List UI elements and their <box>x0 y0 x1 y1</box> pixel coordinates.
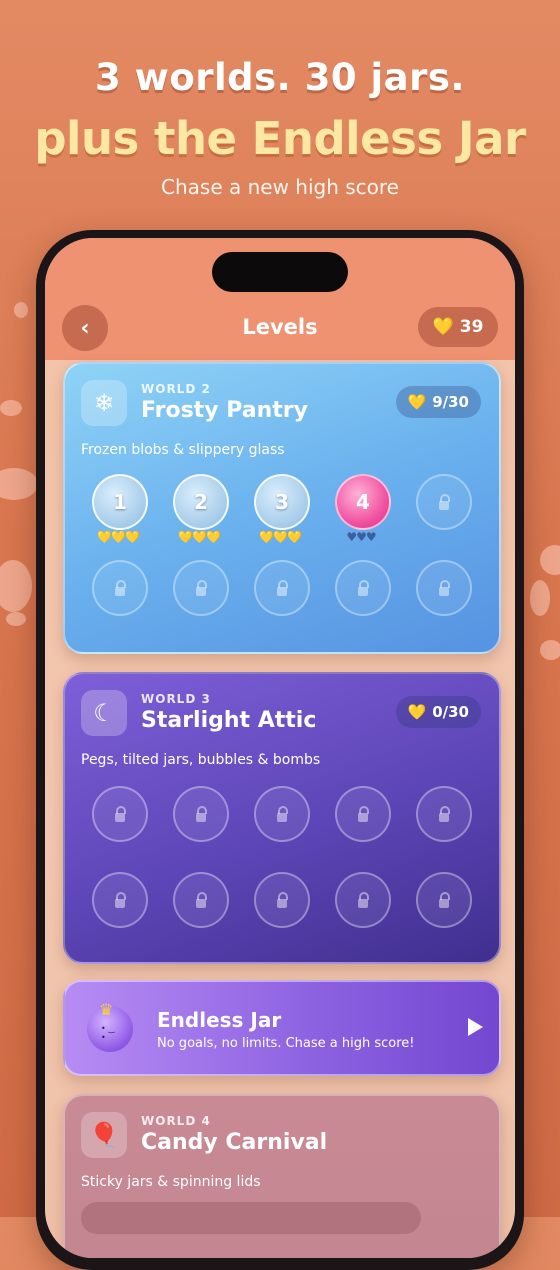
level-number: 2 <box>194 490 208 514</box>
level-stars: 💛💛💛 <box>178 530 221 544</box>
level-1-button[interactable]: 1 <box>92 474 148 530</box>
gold-heart-icon: 💛 <box>432 317 454 337</box>
level-locked[interactable] <box>173 786 229 842</box>
world-progress: 9/30 <box>432 393 469 411</box>
promo-tagline: Chase a new high score <box>161 175 399 199</box>
lock-icon <box>277 579 288 596</box>
level-locked[interactable] <box>335 872 391 928</box>
level-locked[interactable] <box>416 786 472 842</box>
gold-heart-icon: 💛 <box>407 393 427 411</box>
level-number: 3 <box>275 490 289 514</box>
level-stars: ♥♥♥ <box>346 530 376 544</box>
lock-icon <box>439 891 450 908</box>
locked-pill <box>81 1202 421 1234</box>
world-label: WORLD 2 <box>141 382 211 396</box>
phone-frame: ‹ Levels 💛 39 ❄ WORLD 2 Frosty Pantry 💛 … <box>36 230 524 1270</box>
lock-icon <box>196 805 207 822</box>
lock-icon <box>439 579 450 596</box>
level-locked[interactable] <box>335 786 391 842</box>
world-progress-badge: 💛 0/30 <box>395 696 481 728</box>
decor-blob <box>530 580 550 616</box>
level-locked[interactable] <box>254 786 310 842</box>
world-card-starlight-attic[interactable]: ☾ WORLD 3 Starlight Attic 💛 0/30 Pegs, t… <box>63 672 501 964</box>
lock-icon <box>115 805 126 822</box>
lock-icon <box>358 579 369 596</box>
level-locked[interactable] <box>173 560 229 616</box>
level-2-button[interactable]: 2 <box>173 474 229 530</box>
world-progress-badge: 💛 9/30 <box>395 386 481 418</box>
lock-icon <box>358 891 369 908</box>
phone-screen: ‹ Levels 💛 39 ❄ WORLD 2 Frosty Pantry 💛 … <box>45 238 515 1258</box>
world-label: WORLD 4 <box>141 1114 211 1128</box>
level-locked[interactable] <box>92 786 148 842</box>
level-stars: 💛💛💛 <box>97 530 140 544</box>
level-number: 1 <box>113 490 127 514</box>
world-description: Sticky jars & spinning lids <box>81 1174 261 1190</box>
top-bar: ‹ Levels 💛 39 <box>45 238 515 360</box>
level-3-button[interactable]: 3 <box>254 474 310 530</box>
world-description: Frozen blobs & slippery glass <box>81 442 285 458</box>
decor-blob <box>0 560 32 612</box>
level-locked[interactable] <box>416 560 472 616</box>
endless-description: No goals, no limits. Chase a high score! <box>157 1036 415 1051</box>
level-locked[interactable] <box>92 872 148 928</box>
level-locked[interactable] <box>335 560 391 616</box>
balloon-icon: 🎈 <box>81 1112 127 1158</box>
level-locked[interactable] <box>416 872 472 928</box>
world-progress: 0/30 <box>432 703 469 721</box>
lock-icon <box>277 805 288 822</box>
blob-face: • ‿ • <box>101 1024 115 1042</box>
lock-icon <box>196 579 207 596</box>
lock-icon <box>439 805 450 822</box>
coin-counter[interactable]: 💛 39 <box>418 307 498 347</box>
lock-icon <box>358 805 369 822</box>
level-locked[interactable] <box>254 872 310 928</box>
world-name: Candy Carnival <box>141 1130 328 1155</box>
world-card-candy-carnival[interactable]: 🎈 WORLD 4 Candy Carnival Sticky jars & s… <box>63 1094 501 1258</box>
lock-icon <box>439 493 450 510</box>
crown-icon: ♛ <box>99 1000 114 1019</box>
decor-blob <box>540 640 560 660</box>
lock-icon <box>115 579 126 596</box>
world-name: Starlight Attic <box>141 708 317 733</box>
level-locked[interactable] <box>173 872 229 928</box>
decor-blob <box>0 400 22 416</box>
level-number: 4 <box>356 490 370 514</box>
promo-headline: 3 worlds. 30 jars. <box>95 56 465 99</box>
snowflake-icon: ❄ <box>81 380 127 426</box>
promo-subheadline: plus the Endless Jar <box>34 112 526 165</box>
world-name: Frosty Pantry <box>141 398 308 423</box>
endless-jar-button[interactable]: • ‿ • ♛ Endless Jar No goals, no limits.… <box>63 980 501 1076</box>
endless-title: Endless Jar <box>157 1008 282 1032</box>
play-icon <box>468 1018 483 1036</box>
lock-icon <box>115 891 126 908</box>
world-description: Pegs, tilted jars, bubbles & bombs <box>81 752 321 768</box>
level-locked[interactable] <box>92 560 148 616</box>
decor-blob <box>14 302 28 318</box>
decor-blob <box>6 612 26 626</box>
decor-blob <box>540 545 560 575</box>
world-label: WORLD 3 <box>141 692 211 706</box>
lock-icon <box>196 891 207 908</box>
coin-count: 39 <box>459 317 484 337</box>
level-4-button[interactable]: 4 <box>335 474 391 530</box>
moon-stars-icon: ☾ <box>81 690 127 736</box>
dynamic-island <box>212 252 348 292</box>
world-card-frosty-pantry[interactable]: ❄ WORLD 2 Frosty Pantry 💛 9/30 Frozen bl… <box>63 362 501 654</box>
gold-heart-icon: 💛 <box>407 703 427 721</box>
level-stars: 💛💛💛 <box>259 530 302 544</box>
lock-icon <box>277 891 288 908</box>
level-locked[interactable] <box>254 560 310 616</box>
decor-blob <box>0 468 38 500</box>
level-locked[interactable] <box>416 474 472 530</box>
